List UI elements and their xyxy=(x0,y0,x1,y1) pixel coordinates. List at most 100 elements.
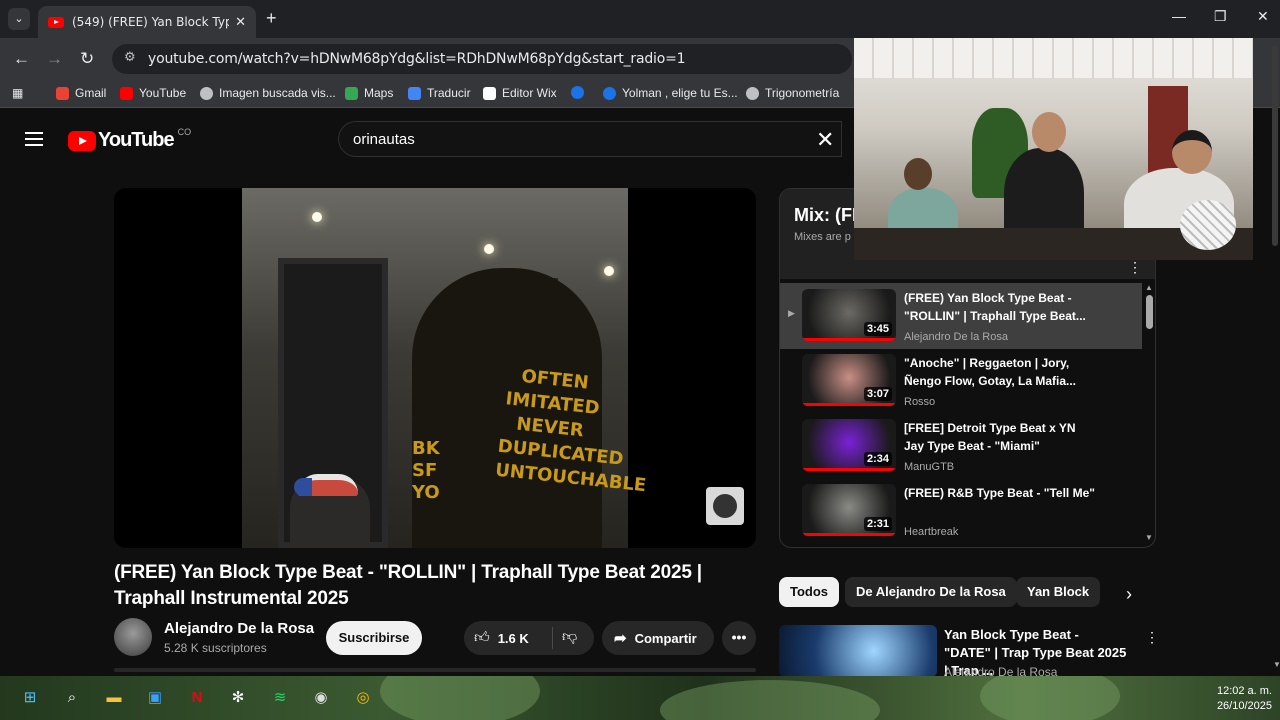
playlist-item-title[interactable]: (FREE) R&B Type Beat - "Tell Me" xyxy=(904,484,1096,502)
active-tab[interactable]: (549) (FREE) Yan Block Type Beat ✕ xyxy=(38,6,256,38)
tab-title: (549) (FREE) Yan Block Type Beat xyxy=(72,15,230,29)
playlist-menu-icon[interactable]: ⋮ xyxy=(1128,259,1142,276)
new-tab-plus-icon[interactable]: + xyxy=(266,8,277,29)
reload-icon[interactable]: ↻ xyxy=(80,49,94,69)
playlist-thumbnail[interactable]: 3:45 xyxy=(802,289,896,341)
clear-search-icon[interactable]: ✕ xyxy=(816,127,834,153)
bookmark-item[interactable]: Imagen buscada vis... xyxy=(200,86,336,100)
youtube-wordmark: YouTube xyxy=(98,129,175,151)
chrome-icon[interactable]: ◎ xyxy=(351,686,375,710)
playlist-thumbnail[interactable]: 3:07 xyxy=(802,354,896,406)
playlist-title[interactable]: Mix: (FI xyxy=(794,205,857,226)
youtube-icon xyxy=(120,86,133,100)
restore-icon[interactable]: ❐ xyxy=(1214,8,1227,25)
browser-tab-strip: ⌄ (549) (FREE) Yan Block Type Beat ✕ + —… xyxy=(0,0,1280,38)
recommended-video[interactable]: Yan Block Type Beat - "DATE" | Trap Type… xyxy=(779,625,1159,679)
chevron-right-icon[interactable]: › xyxy=(1126,584,1132,605)
bookmark-item[interactable]: Traducir xyxy=(408,86,471,100)
youtube-logo[interactable]: YouTube CO xyxy=(68,126,192,152)
bookmark-item[interactable]: Maps xyxy=(345,86,393,100)
recommended-thumbnail[interactable] xyxy=(779,625,937,677)
filter-chip[interactable]: Yan Block xyxy=(1016,577,1101,607)
playlist-item[interactable]: 2:34 [FREE] Detroit Type Beat x YN Jay Ty… xyxy=(780,413,1142,479)
microsoft-store-icon[interactable]: ▣ xyxy=(143,686,167,710)
bookmark-label: YouTube xyxy=(139,86,187,100)
person-head xyxy=(904,158,932,190)
video-player[interactable]: OFTEN IMITATED NEVER DUPLICATED UNTOUCHA… xyxy=(114,188,756,548)
playlist-scrollbar[interactable]: ▲ ▼ xyxy=(1145,283,1153,543)
bookmark-item[interactable]: Gmail xyxy=(56,86,106,100)
playlist-item[interactable]: 3:07 "Anoche" | Reggaeton | Jory, Ñengo F… xyxy=(780,348,1142,414)
windows-start-icon[interactable]: ⊞ xyxy=(18,686,42,710)
playlist-item-channel: Heartbreak xyxy=(904,526,959,538)
youtube-play-logo-icon xyxy=(68,130,96,151)
file-explorer-icon[interactable]: ▬ xyxy=(102,686,126,710)
playlist-item-title[interactable]: "Anoche" | Reggaeton | Jory, Ñengo Flow,… xyxy=(904,354,1096,390)
search-input[interactable]: orinautas xyxy=(338,121,842,157)
scroll-down-icon[interactable]: ▼ xyxy=(1145,533,1153,542)
translate-icon xyxy=(408,86,421,100)
more-actions-icon[interactable]: ••• xyxy=(722,621,756,655)
menu-hamburger-icon[interactable] xyxy=(25,132,43,150)
page-scroll-down-icon[interactable]: ▼ xyxy=(1273,660,1280,669)
gmail-icon xyxy=(56,86,69,100)
webcam-overlay xyxy=(854,38,1253,260)
bookmark-item[interactable]: Trigonometría xyxy=(746,86,839,100)
chatgpt-icon[interactable]: ✻ xyxy=(226,686,250,710)
circle-icon xyxy=(603,86,616,100)
bookmark-item[interactable]: Yolman , elige tu Es... xyxy=(603,86,738,100)
forward-arrow-icon[interactable]: → xyxy=(46,49,63,69)
spotify-icon[interactable]: ≋ xyxy=(268,686,292,710)
country-code: CO xyxy=(177,126,192,137)
subscribe-button[interactable]: Suscribirse xyxy=(326,621,422,655)
microphone xyxy=(1180,200,1236,250)
bookmark-item[interactable] xyxy=(571,86,590,99)
window-close-icon[interactable]: ✕ xyxy=(1257,8,1269,25)
page-scrollbar[interactable] xyxy=(1272,46,1278,246)
search-query: orinautas xyxy=(353,131,415,148)
bookmark-item[interactable]: YouTube xyxy=(120,86,186,100)
playlist-item-title[interactable]: [FREE] Detroit Type Beat x YN Jay Type B… xyxy=(904,419,1096,455)
playlist-item-title[interactable]: (FREE) Yan Block Type Beat - "ROLLIN" | … xyxy=(904,289,1096,325)
tab-search-chevron-icon[interactable]: ⌄ xyxy=(8,8,30,30)
minimize-icon[interactable]: — xyxy=(1172,8,1186,24)
windows-taskbar: ⊞ ⌕ ▬ ▣ N ✻ ≋ ◉ ◎ xyxy=(0,676,1280,720)
obs-icon[interactable]: ◉ xyxy=(309,686,333,710)
like-dislike-group: 👍︎ 1.6 K 👎︎ xyxy=(464,621,594,655)
clock-time: 12:02 a. m. xyxy=(1216,685,1272,697)
playlist-thumbnail[interactable]: 2:31 xyxy=(802,484,896,536)
now-playing-icon: ▶ xyxy=(788,308,795,318)
scrollbar-thumb[interactable] xyxy=(1146,295,1153,329)
description-box-edge xyxy=(114,668,756,672)
like-button[interactable]: 👍︎ 1.6 K xyxy=(474,629,529,647)
thumbs-down-icon[interactable]: 👎︎ xyxy=(562,628,577,646)
share-arrow-icon: ➦ xyxy=(614,630,627,647)
address-bar[interactable]: ⚙ youtube.com/watch?v=hDNwM68pYdg&list=R… xyxy=(112,44,852,74)
channel-watermark-icon[interactable] xyxy=(706,487,744,525)
playlist-item-channel: Rosso xyxy=(904,396,936,408)
scroll-up-icon[interactable]: ▲ xyxy=(1145,283,1153,292)
hooded-figure: OFTEN IMITATED NEVER DUPLICATED UNTOUCHA… xyxy=(412,268,647,548)
video-duration: 2:31 xyxy=(863,517,892,531)
back-arrow-icon[interactable]: ← xyxy=(13,49,30,69)
channel-name[interactable]: Alejandro De la Rosa xyxy=(164,620,314,637)
playlist-item[interactable]: 2:31 (FREE) R&B Type Beat - "Tell Me" Hear… xyxy=(780,478,1142,544)
wallpaper-leaf xyxy=(660,680,880,720)
apps-grid-icon[interactable]: ▦ xyxy=(12,86,23,100)
channel-avatar[interactable] xyxy=(114,618,152,656)
share-button[interactable]: ➦ Compartir xyxy=(602,621,714,655)
tab-close-icon[interactable]: ✕ xyxy=(235,15,246,30)
recommended-menu-icon[interactable]: ⋮ xyxy=(1145,629,1159,646)
search-icon[interactable]: ⌕ xyxy=(60,686,84,710)
playlist-item[interactable]: ▶ 3:45 (FREE) Yan Block Type Beat - "ROLLI… xyxy=(780,283,1142,349)
globe-icon xyxy=(746,86,759,100)
system-clock[interactable]: 12:02 a. m. 26/10/2025 xyxy=(1198,684,1272,714)
bookmark-item[interactable]: Editor Wix xyxy=(483,86,557,100)
filter-chip[interactable]: De Alejandro De la Rosa xyxy=(845,577,1017,607)
filter-chip[interactable]: Todos xyxy=(779,577,840,607)
bookmark-label: Editor Wix xyxy=(502,86,557,100)
playlist-thumbnail[interactable]: 2:34 xyxy=(802,419,896,471)
ceiling xyxy=(854,38,1253,78)
site-settings-icon[interactable]: ⚙ xyxy=(124,50,136,65)
netflix-icon[interactable]: N xyxy=(185,686,209,710)
